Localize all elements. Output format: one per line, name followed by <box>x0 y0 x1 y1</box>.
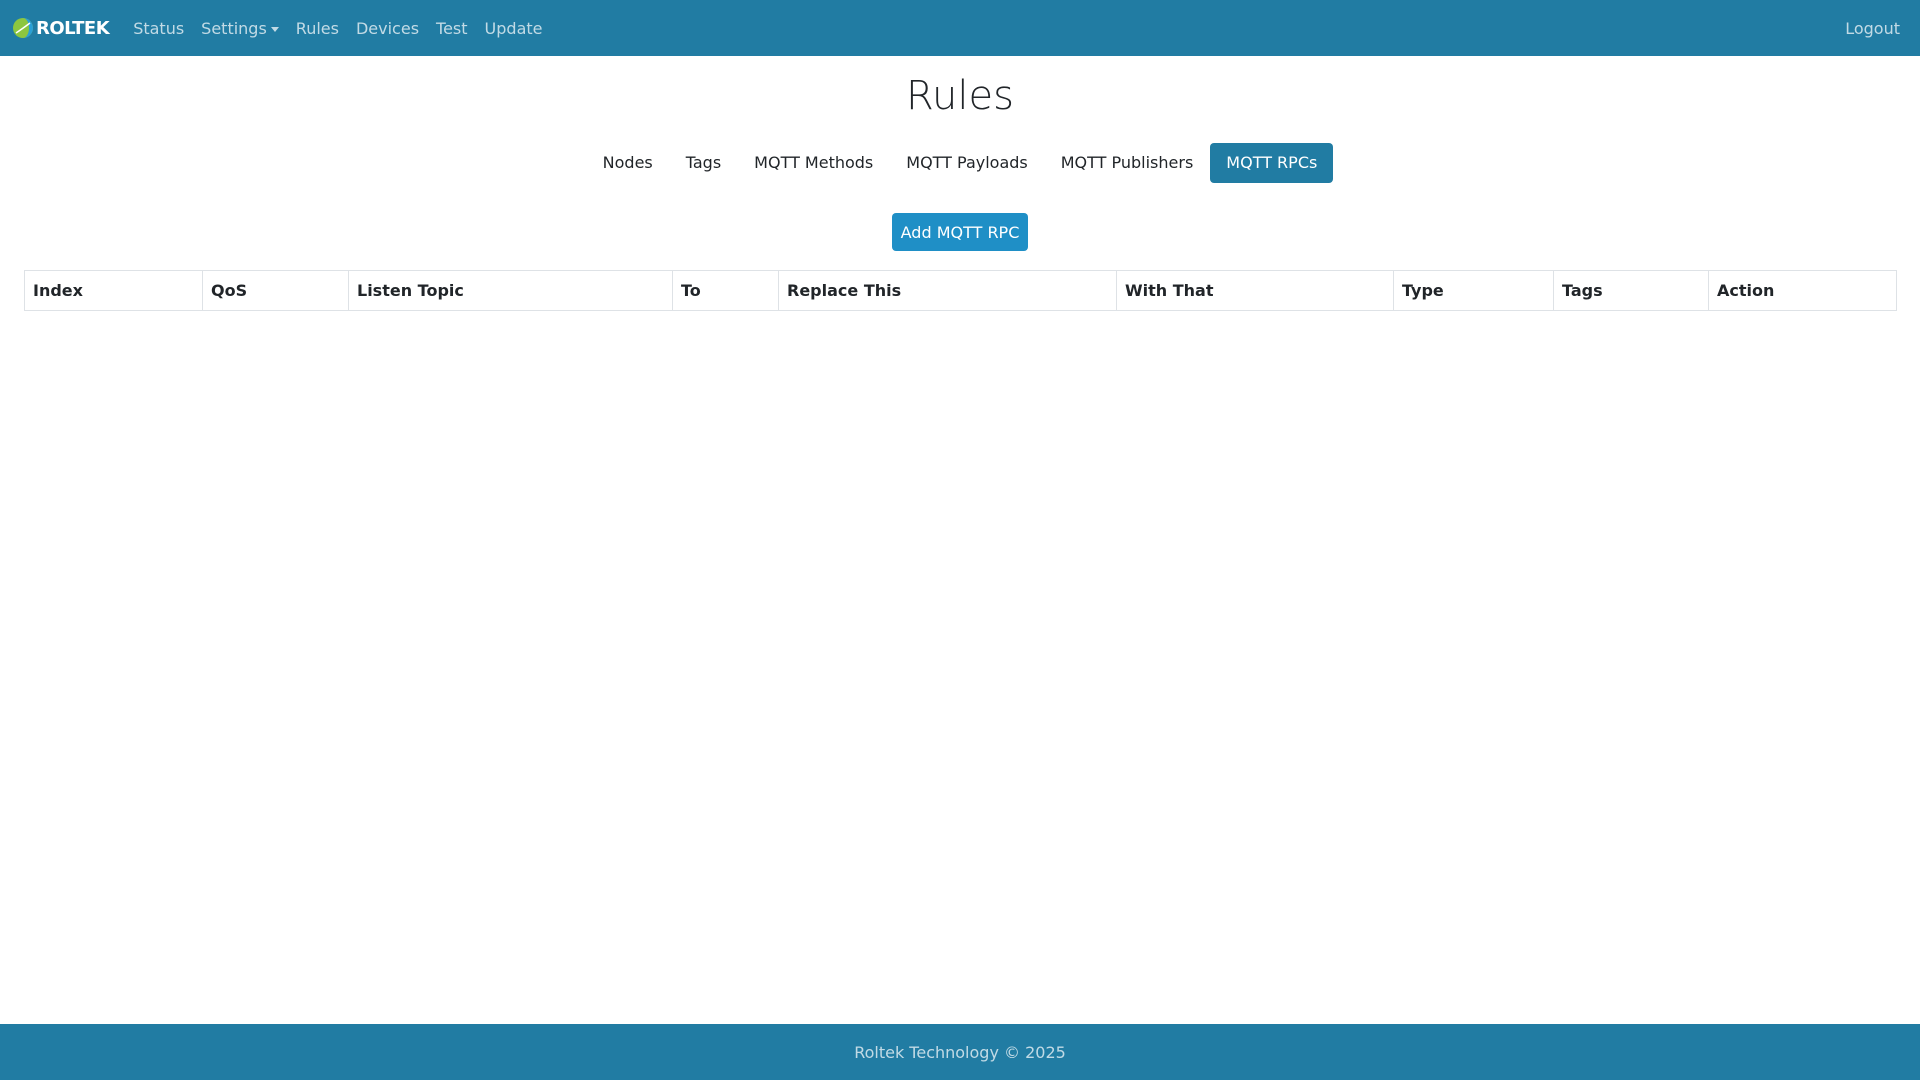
add-mqtt-rpc-button[interactable]: Add MQTT RPC <box>892 213 1028 251</box>
nav-status[interactable]: Status <box>133 19 184 38</box>
column-header-type: Type <box>1393 270 1554 311</box>
footer-copyright: Roltek Technology © 2025 <box>854 1042 1066 1062</box>
nav-update[interactable]: Update <box>485 19 543 38</box>
nav-settings-label: Settings <box>201 18 267 38</box>
caret-down-icon <box>270 26 279 32</box>
brand-name: ROLTEK <box>36 17 110 39</box>
roltek-logo-icon <box>13 18 33 38</box>
tab-mqtt-rpcs[interactable]: MQTT RPCs <box>1210 143 1334 183</box>
top-navbar: ROLTEK Status Settings Rules Devices Tes… <box>0 0 1920 56</box>
column-header-tags: Tags <box>1553 270 1709 311</box>
tab-mqtt-publishers[interactable]: MQTT Publishers <box>1045 143 1210 183</box>
column-header-qos: QoS <box>202 270 349 311</box>
nav-settings-dropdown[interactable]: Settings <box>201 19 279 38</box>
nav-devices[interactable]: Devices <box>356 19 419 38</box>
column-header-to: To <box>672 270 779 311</box>
rpc-table-container: Index QoS Listen Topic To Replace This W… <box>24 270 1897 311</box>
nav-rules[interactable]: Rules <box>296 19 339 38</box>
footer: Roltek Technology © 2025 <box>0 1024 1920 1080</box>
column-header-listen-topic: Listen Topic <box>348 270 673 311</box>
rpc-table: Index QoS Listen Topic To Replace This W… <box>24 270 1897 311</box>
tab-mqtt-methods[interactable]: MQTT Methods <box>738 143 889 183</box>
column-header-index: Index <box>24 270 203 311</box>
logout-link[interactable]: Logout <box>1845 0 1900 56</box>
brand-logo[interactable]: ROLTEK <box>12 17 110 39</box>
tab-nodes[interactable]: Nodes <box>587 143 669 183</box>
column-header-replace-this: Replace This <box>778 270 1117 311</box>
rules-tabs: Nodes Tags MQTT Methods MQTT Payloads MQ… <box>0 143 1920 183</box>
nav-links: Status Settings Rules Devices Test Updat… <box>133 0 559 56</box>
page-title: Rules <box>906 73 1014 119</box>
tab-tags[interactable]: Tags <box>670 143 737 183</box>
table-header-row: Index QoS Listen Topic To Replace This W… <box>24 270 1897 311</box>
column-header-action: Action <box>1708 270 1897 311</box>
column-header-with-that: With That <box>1116 270 1394 311</box>
tab-mqtt-payloads[interactable]: MQTT Payloads <box>890 143 1043 183</box>
nav-test[interactable]: Test <box>436 19 468 38</box>
